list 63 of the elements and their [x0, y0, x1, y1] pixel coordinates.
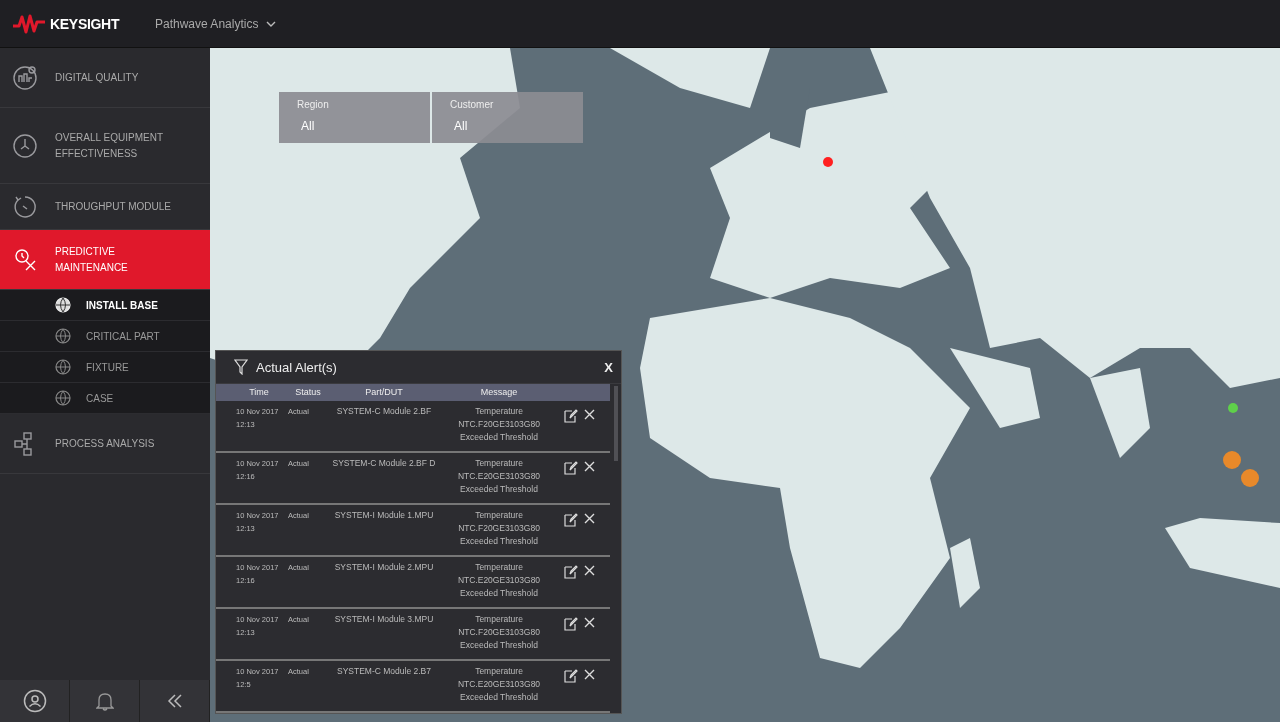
scrollbar-thumb[interactable]	[613, 386, 618, 461]
table-cell-text: SYSTEM-C Module 2.BF D	[331, 457, 437, 470]
bell-icon	[95, 691, 114, 711]
column-header: Status	[294, 386, 322, 399]
close-icon	[584, 513, 595, 524]
edit-button[interactable]	[564, 461, 578, 475]
nav-subitem[interactable]: INSTALL BASE	[0, 290, 210, 321]
table-cell-text: Temperature NTC.F20GE3103G80 Exceeded Threshold	[457, 509, 541, 548]
table-cell-text: Temperature NTC.F20GE3103G80 Exceeded Threshold	[457, 613, 541, 652]
delete-button[interactable]	[584, 513, 595, 524]
user-icon	[22, 689, 47, 713]
nav-subitem[interactable]: CASE	[0, 383, 210, 414]
column-header: Part/DUT	[364, 386, 404, 399]
timer-icon	[12, 193, 38, 220]
filter-icon	[234, 359, 248, 375]
edit-button[interactable]	[564, 617, 578, 631]
delete-button[interactable]	[584, 461, 595, 472]
delete-button[interactable]	[584, 669, 595, 680]
close-icon	[584, 461, 595, 472]
table-cell-text: Temperature NTC.E20GE3103G80 Exceeded Threshold	[456, 561, 542, 600]
table-cell-text: SYSTEM-I Module 2.MPU	[333, 561, 435, 574]
delete-button[interactable]	[584, 617, 595, 628]
edit-icon	[564, 409, 578, 423]
delete-button[interactable]	[584, 409, 595, 420]
globe-icon	[55, 297, 71, 313]
edit-icon	[564, 461, 578, 475]
double-chevron-icon	[166, 694, 183, 708]
edit-button[interactable]	[564, 669, 578, 683]
chevron-down-icon	[266, 20, 277, 27]
table-cell-text: SYSTEM-I Module 3.MPU	[333, 613, 435, 626]
edit-icon	[564, 617, 578, 631]
delete-button[interactable]	[584, 565, 595, 576]
close-icon	[584, 565, 595, 576]
edit-button[interactable]	[564, 565, 578, 579]
close-icon	[584, 669, 595, 680]
table-cell-text: Temperature NTC.E20GE3103G80 Exceeded Threshold	[456, 665, 542, 704]
globe-icon	[55, 328, 71, 344]
table-cell-text: SYSTEM-C Module 2.B7	[336, 665, 432, 678]
globe-icon	[55, 390, 71, 406]
column-header: Message	[479, 386, 519, 399]
edit-button[interactable]	[564, 513, 578, 527]
app-menu[interactable]: Pathwave Analytics	[155, 16, 277, 31]
edit-icon	[564, 565, 578, 579]
logo-icon	[12, 13, 46, 34]
close-icon	[584, 617, 595, 628]
brand-name: KEYSIGHT	[50, 15, 120, 32]
panel-title: Actual Alert(s)	[256, 359, 338, 375]
globe-chart-icon	[12, 64, 38, 91]
column-header: Time	[248, 386, 270, 399]
table-cell-text: SYSTEM-I Module 1.MPU	[333, 509, 435, 522]
clock-icon	[12, 132, 38, 159]
nav-item[interactable]: PREDICTIVE MAINTENANCE	[0, 230, 210, 290]
table-cell-text: Temperature NTC.E20GE3103G80 Exceeded Threshold	[456, 457, 542, 496]
close-button[interactable]: X	[604, 359, 613, 375]
edit-icon	[564, 669, 578, 683]
table-cell-text: SYSTEM-C Module 2.BF	[335, 405, 433, 418]
close-icon	[584, 409, 595, 420]
edit-button[interactable]	[564, 409, 578, 423]
globe-icon	[55, 359, 71, 375]
table-cell-text: Temperature NTC.F20GE3103G80 Exceeded Threshold	[457, 405, 541, 444]
nav-subitem[interactable]: CRITICAL PART	[0, 321, 210, 352]
edit-icon	[564, 513, 578, 527]
nav-subitem[interactable]: FIXTURE	[0, 352, 210, 383]
